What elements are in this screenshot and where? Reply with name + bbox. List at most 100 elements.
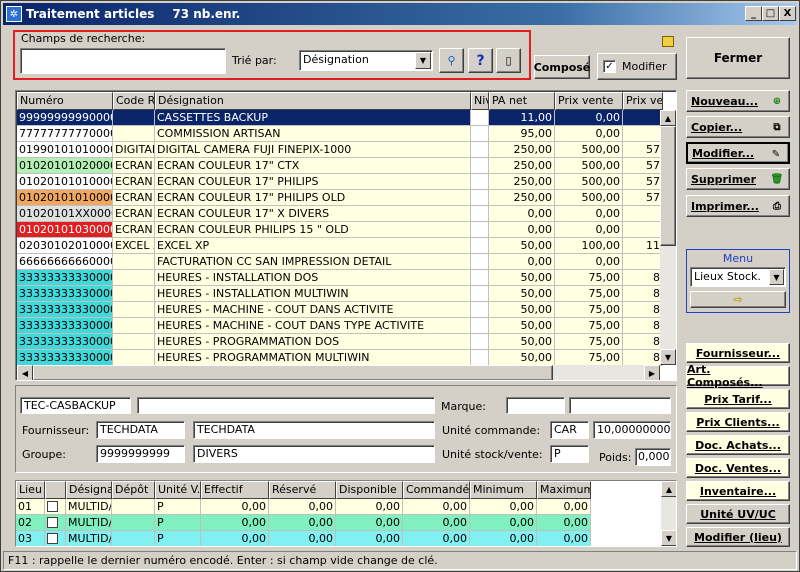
cell-pa-net[interactable]: 50,00: [489, 286, 555, 302]
cell-prix-vente[interactable]: 0,00: [555, 206, 623, 222]
table-row[interactable]: 999999999900001 CASSETTES BACKUP 11,000,00: [17, 110, 663, 126]
cell-numero[interactable]: 333333333300001: [17, 350, 113, 366]
cell-numero[interactable]: 999999999900001: [17, 110, 113, 126]
cell-code[interactable]: ECRAN: [113, 190, 155, 206]
cell-numero[interactable]: 333333333300006: [17, 318, 113, 334]
cell-code[interactable]: [113, 254, 155, 270]
cell-prix-vente-2[interactable]: 8: [623, 334, 663, 350]
cell-pa-net[interactable]: 11,00: [489, 110, 555, 126]
search-input[interactable]: [20, 48, 226, 74]
stock-row[interactable]: 01 MULTID/P 0,00 0,00 0,00 0,00 0,00 0,00: [16, 499, 591, 515]
prix-clients-button[interactable]: Prix Clients...: [686, 412, 790, 432]
cell-prix-vente[interactable]: 75,00: [555, 286, 623, 302]
cell-niv[interactable]: [471, 158, 489, 174]
cell-designation[interactable]: HEURES - PROGRAMMATION MULTIWIN: [155, 350, 471, 366]
stock-cell-eff[interactable]: 0,00: [201, 499, 269, 515]
stock-cell-min[interactable]: 0,00: [470, 515, 537, 531]
cell-pa-net[interactable]: 0,00: [489, 254, 555, 270]
stock-cell-res[interactable]: 0,00: [269, 499, 336, 515]
stock-cell-depot[interactable]: [112, 515, 155, 531]
cell-designation[interactable]: COMMISSION ARTISAN: [155, 126, 471, 142]
stock-cell-lieu[interactable]: 01: [16, 499, 45, 515]
cell-code[interactable]: [113, 318, 155, 334]
cell-pa-net[interactable]: 50,00: [489, 334, 555, 350]
modifier-checkbox[interactable]: ✓: [603, 60, 616, 73]
cell-prix-vente-2[interactable]: [623, 126, 663, 142]
cell-niv[interactable]: [471, 254, 489, 270]
stock-cell-dispo[interactable]: 0,00: [336, 531, 403, 546]
cell-niv[interactable]: [471, 190, 489, 206]
cell-niv[interactable]: [471, 222, 489, 238]
cell-prix-vente-2[interactable]: [623, 222, 663, 238]
cell-prix-vente-2[interactable]: 8: [623, 350, 663, 366]
stock-cell-cmd[interactable]: 0,00: [403, 531, 470, 546]
menu-select[interactable]: Lieux Stock. ▼: [690, 267, 786, 287]
col-prix-vente[interactable]: Prix vente: [555, 92, 623, 110]
cell-prix-vente-2[interactable]: [623, 254, 663, 270]
stock-col-unite[interactable]: Unité V.: [155, 481, 201, 499]
cell-pa-net[interactable]: 50,00: [489, 270, 555, 286]
scroll-left-icon[interactable]: ◀: [17, 365, 33, 380]
cell-prix-vente-2[interactable]: 8: [623, 286, 663, 302]
cell-niv[interactable]: [471, 110, 489, 126]
cell-prix-vente-2[interactable]: 57: [623, 190, 663, 206]
stock-grid[interactable]: Lieu Désignat Dépôt Unité V. Effectif Ré…: [15, 480, 677, 547]
stock-col-commande[interactable]: Commandé: [403, 481, 470, 499]
cell-prix-vente-2[interactable]: 57: [623, 142, 663, 158]
scroll-thumb[interactable]: [660, 126, 676, 246]
cell-pa-net[interactable]: 95,00: [489, 126, 555, 142]
scroll-right-icon[interactable]: ▶: [644, 365, 660, 380]
cell-code[interactable]: [113, 286, 155, 302]
article-code-field[interactable]: TEC-CASBACKUP: [20, 397, 131, 414]
cell-designation[interactable]: DIGITAL CAMERA FUJI FINEPIX-1000: [155, 142, 471, 158]
stock-col-check[interactable]: [45, 481, 66, 499]
stock-cell-max[interactable]: 0,00: [537, 515, 591, 531]
stock-row-checkbox[interactable]: [45, 515, 66, 531]
stock-cell-unite[interactable]: P: [155, 531, 201, 546]
stock-row[interactable]: 02 MULTID/P 0,00 0,00 0,00 0,00 0,00 0,00: [16, 515, 591, 531]
stock-cell-depot[interactable]: [112, 531, 155, 546]
cell-code[interactable]: ECRAN: [113, 158, 155, 174]
cell-numero[interactable]: 020301020100001: [17, 238, 113, 254]
fournisseur-name-field[interactable]: TECHDATA: [193, 421, 435, 439]
cell-designation[interactable]: ECRAN COULEUR 17" PHILIPS OLD: [155, 190, 471, 206]
cell-numero[interactable]: 01020101XX00001: [17, 206, 113, 222]
cell-prix-vente-2[interactable]: [623, 206, 663, 222]
table-row[interactable]: 333333333300005 HEURES - MACHINE - COUT D…: [17, 302, 663, 318]
cell-code[interactable]: [113, 350, 155, 366]
grid-hscrollbar[interactable]: ◀ ▶: [17, 365, 660, 380]
cell-prix-vente[interactable]: 0,00: [555, 126, 623, 142]
cell-designation[interactable]: HEURES - INSTALLATION MULTIWIN: [155, 286, 471, 302]
stock-cell-depot[interactable]: [112, 499, 155, 515]
table-row[interactable]: 01020101XX00001ECRANECRAN COULEUR 17" X …: [17, 206, 663, 222]
cell-prix-vente[interactable]: 75,00: [555, 302, 623, 318]
fermer-button[interactable]: Fermer: [686, 37, 790, 79]
supprimer-button[interactable]: Supprimer 🗑: [686, 168, 790, 190]
cell-designation[interactable]: ECRAN COULEUR PHILIPS 15 " OLD: [155, 222, 471, 238]
sort-select[interactable]: Désignation ▼: [299, 50, 433, 71]
art-composes-button[interactable]: Art. Composés...: [686, 363, 790, 389]
cell-numero[interactable]: 010201010200001: [17, 158, 113, 174]
prix-tarif-button[interactable]: Prix Tarif...: [686, 389, 790, 409]
cell-code[interactable]: ECRAN: [113, 222, 155, 238]
stock-col-lieu[interactable]: Lieu: [16, 481, 45, 499]
stock-cell-eff[interactable]: 0,00: [201, 515, 269, 531]
cell-pa-net[interactable]: 50,00: [489, 302, 555, 318]
cell-numero[interactable]: 010201010100002: [17, 190, 113, 206]
table-row[interactable]: 010201010300001ECRANECRAN COULEUR PHILIP…: [17, 222, 663, 238]
cell-prix-vente[interactable]: 0,00: [555, 254, 623, 270]
doc-ventes-button[interactable]: Doc. Ventes...: [686, 458, 790, 478]
cell-prix-vente-2[interactable]: 8: [623, 302, 663, 318]
table-row[interactable]: 010201010200001ECRANECRAN COULEUR 17" CT…: [17, 158, 663, 174]
cell-prix-vente-2[interactable]: [623, 110, 663, 126]
cell-niv[interactable]: [471, 270, 489, 286]
col-niv[interactable]: Niv: [471, 92, 489, 110]
stock-cell-cmd[interactable]: 0,00: [403, 499, 470, 515]
cell-code[interactable]: ECRAN: [113, 174, 155, 190]
cell-pa-net[interactable]: 50,00: [489, 318, 555, 334]
cell-designation[interactable]: HEURES - MACHINE - COUT DANS TYPE ACTIVI…: [155, 318, 471, 334]
cell-pa-net[interactable]: 250,00: [489, 190, 555, 206]
cell-numero[interactable]: 777777777700001: [17, 126, 113, 142]
modifier-checkbox-group[interactable]: ✓ Modifier: [597, 53, 677, 80]
col-prix-vente-2[interactable]: Prix ven: [623, 92, 663, 110]
